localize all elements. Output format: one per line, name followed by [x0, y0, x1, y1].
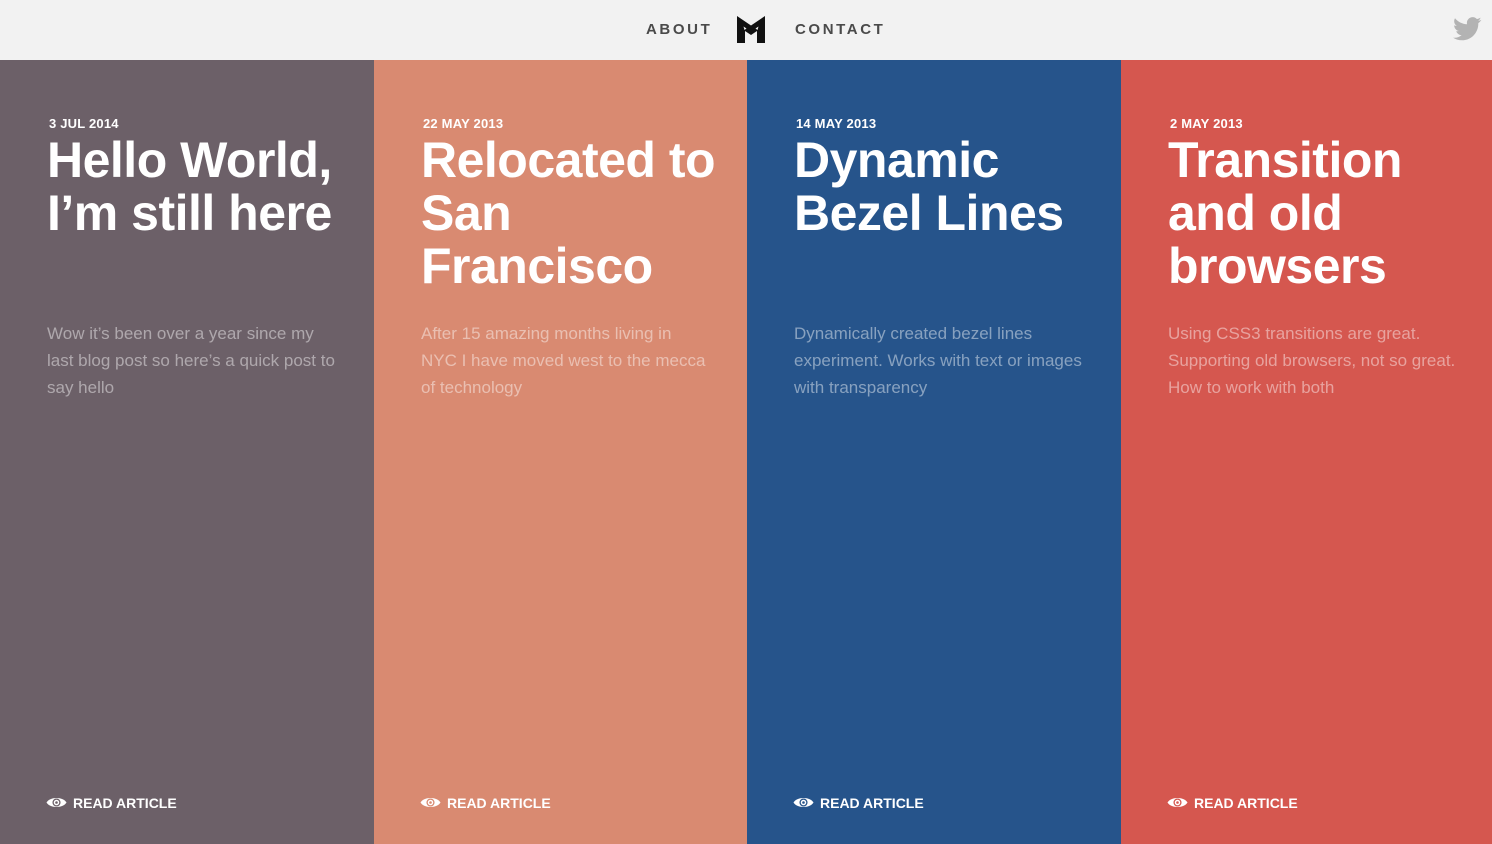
read-article-label: READ ARTICLE [820, 795, 924, 811]
eye-icon [420, 798, 441, 807]
read-article-label: READ ARTICLE [73, 795, 177, 811]
article-card: 22 MAY 2013 Relocated to San Francisco A… [374, 60, 748, 844]
eye-icon [46, 798, 67, 807]
article-columns: 3 JUL 2014 Hello World, I’m still here W… [0, 60, 1492, 844]
article-excerpt: After 15 amazing months living in NYC I … [421, 324, 706, 397]
nav-contact-link[interactable]: CONTACT [795, 22, 885, 38]
article-date: 3 JUL 2014 [49, 116, 119, 131]
article-date: 22 MAY 2013 [423, 116, 504, 131]
article-excerpt: Dynamically created bezel lines experime… [794, 324, 1082, 397]
article-title[interactable]: Relocated to San Francisco [421, 134, 741, 293]
m-logo-icon[interactable] [737, 16, 765, 43]
article-card: 14 MAY 2013 Dynamic Bezel Lines Dynamica… [747, 60, 1121, 844]
top-nav-bar: ABOUT CONTACT [0, 0, 1492, 60]
article-title[interactable]: Hello World, I’m still here [47, 134, 367, 240]
twitter-bird-icon[interactable] [1453, 17, 1482, 41]
article-card: 3 JUL 2014 Hello World, I’m still here W… [0, 60, 374, 844]
article-title[interactable]: Dynamic Bezel Lines [794, 134, 1114, 240]
read-article-label: READ ARTICLE [447, 795, 551, 811]
article-title[interactable]: Transition and old browsers [1168, 134, 1488, 293]
eye-icon [793, 798, 814, 807]
article-date: 2 MAY 2013 [1170, 116, 1243, 131]
article-excerpt: Wow it’s been over a year since my last … [47, 324, 335, 397]
read-article-label: READ ARTICLE [1194, 795, 1298, 811]
article-date: 14 MAY 2013 [796, 116, 877, 131]
nav-about-link[interactable]: ABOUT [646, 22, 712, 38]
page: ABOUT CONTACT 3 JUL 2014 Hello World, I’… [0, 0, 1492, 844]
article-card: 2 MAY 2013 Transition and old browsers U… [1121, 60, 1492, 844]
eye-icon [1167, 798, 1188, 807]
article-excerpt: Using CSS3 transitions are great. Suppor… [1168, 324, 1456, 397]
